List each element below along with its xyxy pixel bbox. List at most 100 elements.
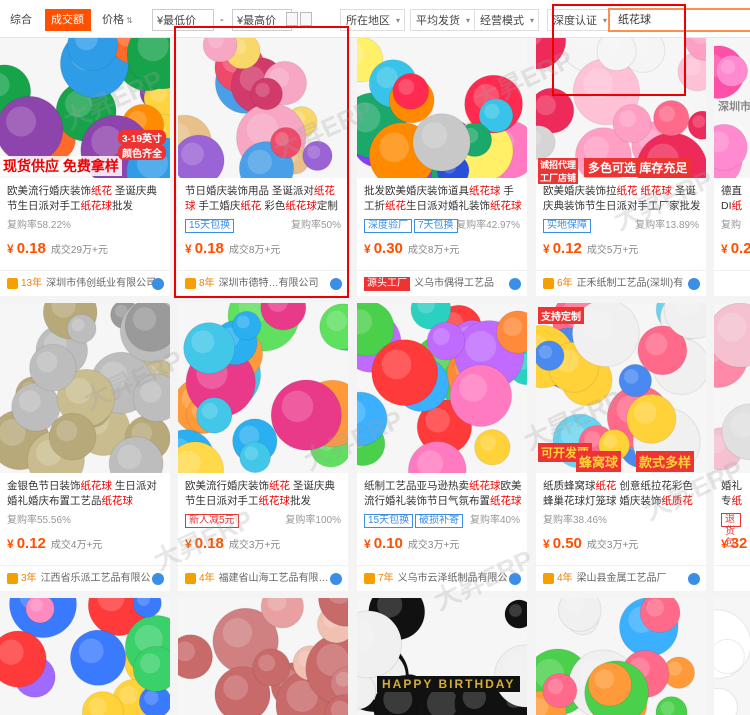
product-image[interactable] [536, 598, 706, 715]
product-price: ¥0.30 成交8万+元 [364, 240, 459, 257]
repurchase-rate: 复购率58.22% [7, 220, 71, 231]
keyword-highlight: 纸花球 [80, 480, 113, 492]
product-image[interactable] [357, 303, 527, 473]
product-title[interactable]: 批发欧美婚庆装饰道具纸花球 手工折纸花生日派对婚礼装饰纸花球拉花 [364, 184, 522, 215]
chat-icon[interactable] [152, 278, 164, 290]
chat-icon[interactable] [152, 573, 164, 585]
sales-volume: 成交5万+元 [586, 245, 639, 256]
chat-icon[interactable] [509, 278, 521, 290]
product-card[interactable] [714, 598, 750, 715]
location-dropdown[interactable]: 所在地区 ▾ [340, 9, 405, 31]
title-text: 欧美婚庆装饰拉 [543, 185, 617, 197]
product-card[interactable] [178, 598, 348, 715]
title-text: 金银色节日装饰 [7, 480, 81, 492]
product-title[interactable]: 纸质蜂窝球纸花 创意纸拉花彩色蜂巢花球灯笼球 婚庆装饰纸质花球 [543, 479, 701, 510]
shop-name[interactable]: 江西省乐派工艺品有限公 [41, 573, 151, 584]
shop-name[interactable]: 深圳市伟创纸业有限公司 [46, 278, 156, 289]
keyword-highlight: 纸花球 [469, 480, 501, 492]
tag-line: 复购 [721, 218, 743, 233]
price-dash: - [220, 14, 224, 26]
product-image[interactable] [714, 303, 750, 473]
product-image[interactable] [536, 38, 706, 178]
product-title[interactable]: 婚礼专纸花套装 [721, 479, 745, 510]
product-title[interactable]: 德直DI纸花婚庆 [721, 184, 745, 215]
repurchase-rate: 复购率42.97% [456, 220, 520, 231]
product-title[interactable]: 纸制工艺品亚马逊热卖纸花球欧美流行婚礼装饰节日气氛布置纸花球 [364, 479, 522, 510]
product-image[interactable] [178, 38, 348, 178]
shop-footer[interactable]: 13年 深圳市伟创纸业有限公司 [0, 270, 170, 296]
shop-footer[interactable]: 4年 福建省山海工艺品有限… [178, 565, 348, 591]
source-factory-badge: 源头工厂 [364, 277, 410, 291]
shop-years-icon [7, 572, 18, 584]
product-image[interactable] [714, 598, 750, 715]
shop-name[interactable]: 福建省山海工艺品有限… [219, 573, 329, 584]
shop-footer[interactable]: 源头工厂 义乌市偶得工艺品 [357, 270, 527, 296]
product-image[interactable] [0, 303, 170, 473]
product-card[interactable]: 欧美流行婚庆装饰纸花 圣诞庆典节生日派对手工纸花球批发 新人减5元 复购率100% ¥… [178, 303, 348, 591]
repurchase-rate: 复购率100% [285, 515, 341, 526]
image-overlay-text: 支持定制 [538, 307, 584, 324]
image-overlay-text: 诚招代理 [538, 158, 579, 171]
product-price: ¥0.12 成交4万+元 [7, 535, 102, 552]
product-image[interactable] [357, 598, 527, 715]
product-image[interactable] [178, 303, 348, 473]
chat-icon[interactable] [688, 278, 700, 290]
price-min-input[interactable]: ¥最低价 [152, 9, 214, 31]
business-mode-dropdown[interactable]: 经营模式 ▾ [474, 9, 539, 31]
product-card[interactable]: 诚招代理 工厂店铺 多色可选 库存充足 欧美婚庆装饰拉纸花 纸花球 圣诞庆典装饰节生日… [536, 38, 706, 296]
shop-footer[interactable]: 3年 江西省乐派工艺品有限公 [0, 565, 170, 591]
sort-volume-button[interactable]: 成交额▼ [45, 9, 91, 47]
tag-line: 深度验厂 7天包换 复购率42.97% [364, 218, 520, 233]
product-title[interactable]: 欧美婚庆装饰拉纸花 纸花球 圣诞庆典装饰节生日派对手工厂家批发 [543, 184, 701, 215]
product-card[interactable]: 支持定制 可开发票 蜂窝球 款式多样 纸质蜂窝球纸花 创意纸拉花彩色蜂巢花球灯笼球 婚庆… [536, 303, 706, 591]
product-card[interactable] [536, 598, 706, 715]
grid-view-icon[interactable] [286, 12, 298, 26]
product-card[interactable]: 婚礼专纸花套装退货包¥32 [714, 303, 750, 591]
shop-name[interactable]: 深圳市德特…有限公司 [219, 278, 319, 289]
chat-icon[interactable] [509, 573, 521, 585]
product-card[interactable]: 金银色节日装饰纸花球 生日派对婚礼婚庆布置工艺品纸花球 复购率55.56% ¥0.1… [0, 303, 170, 591]
product-card[interactable]: 节日婚庆装饰用品 圣诞派对纸花球 手工婚庆纸花 彩色纸花球定制 15天包换 复购率5… [178, 38, 348, 296]
product-card[interactable]: 深圳市德直DI纸花婚庆复购 ¥0.2 [714, 38, 750, 296]
shipping-dropdown[interactable]: 平均发货 ▾ [410, 9, 475, 31]
caret-updown-icon: ⇅ [126, 16, 133, 25]
shop-footer[interactable] [714, 270, 750, 296]
shop-name[interactable]: 义乌市偶得工艺品 [414, 278, 494, 289]
shop-years-icon [185, 572, 196, 584]
product-image[interactable] [357, 38, 527, 178]
shop-footer[interactable]: 8年 深圳市德特…有限公司 [178, 270, 348, 296]
title-text: 纸质蜂窝球 [543, 480, 596, 492]
shop-footer[interactable] [714, 565, 750, 591]
shop-footer[interactable]: 4年 梁山县金属工艺品厂 [536, 565, 706, 591]
tag-line: 15天包换 破损补寄 复购率40% [364, 513, 520, 528]
product-card[interactable]: 纸制工艺品亚马逊热卖纸花球欧美流行婚礼装饰节日气氛布置纸花球 15天包换 破损补寄复… [357, 303, 527, 591]
product-card[interactable]: 现货供应 免费拿样 3-19英寸 颜色齐全 欧美流行婚庆装饰纸花 圣诞庆典节生日派对手… [0, 38, 170, 296]
chat-icon[interactable] [688, 573, 700, 585]
search-input[interactable]: 纸花球 [608, 8, 750, 32]
shop-name[interactable]: 正禾纸制工艺品(深圳)有 [577, 278, 684, 289]
shop-name[interactable]: 梁山县金属工艺品厂 [577, 573, 667, 584]
sales-volume: 成交29万+元 [50, 245, 108, 256]
sort-price-button[interactable]: 价格 ⇅ [96, 9, 139, 31]
certification-dropdown[interactable]: 深度认证 ▾ [547, 9, 612, 31]
shop-footer[interactable]: 6年 正禾纸制工艺品(深圳)有 [536, 270, 706, 296]
price-max-input[interactable]: ¥最高价 [232, 9, 292, 31]
image-overlay-text: 颜色齐全 [118, 145, 166, 160]
product-card[interactable]: 批发欧美婚庆装饰道具纸花球 手工折纸花生日派对婚礼装饰纸花球拉花深度验厂7天包换… [357, 38, 527, 296]
product-card[interactable]: HAPPY BIRTHDAY [357, 598, 527, 715]
chat-icon[interactable] [330, 573, 342, 585]
shop-name[interactable]: 义乌市云泽纸制品有限公 [398, 573, 508, 584]
product-title[interactable]: 节日婚庆装饰用品 圣诞派对纸花球 手工婚庆纸花 彩色纸花球定制 [185, 184, 343, 215]
product-title[interactable]: 欧美流行婚庆装饰纸花 圣诞庆典节生日派对手工纸花球批发 [7, 184, 165, 215]
product-title[interactable]: 欧美流行婚庆装饰纸花 圣诞庆典节生日派对手工纸花球批发 [185, 479, 343, 510]
product-title[interactable]: 金银色节日装饰纸花球 生日派对婚礼婚庆布置工艺品纸花球 [7, 479, 165, 510]
repurchase-rate: 复购率40% [469, 515, 520, 526]
title-text: 欧美流行婚庆装饰 [7, 185, 91, 197]
sort-general-button[interactable]: 综合 [4, 9, 38, 31]
shop-footer[interactable]: 7年 义乌市云泽纸制品有限公 [357, 565, 527, 591]
product-image[interactable] [0, 598, 170, 715]
product-card[interactable] [0, 598, 170, 715]
chat-icon[interactable] [330, 278, 342, 290]
product-image[interactable] [178, 598, 348, 715]
list-view-icon[interactable] [300, 12, 312, 26]
